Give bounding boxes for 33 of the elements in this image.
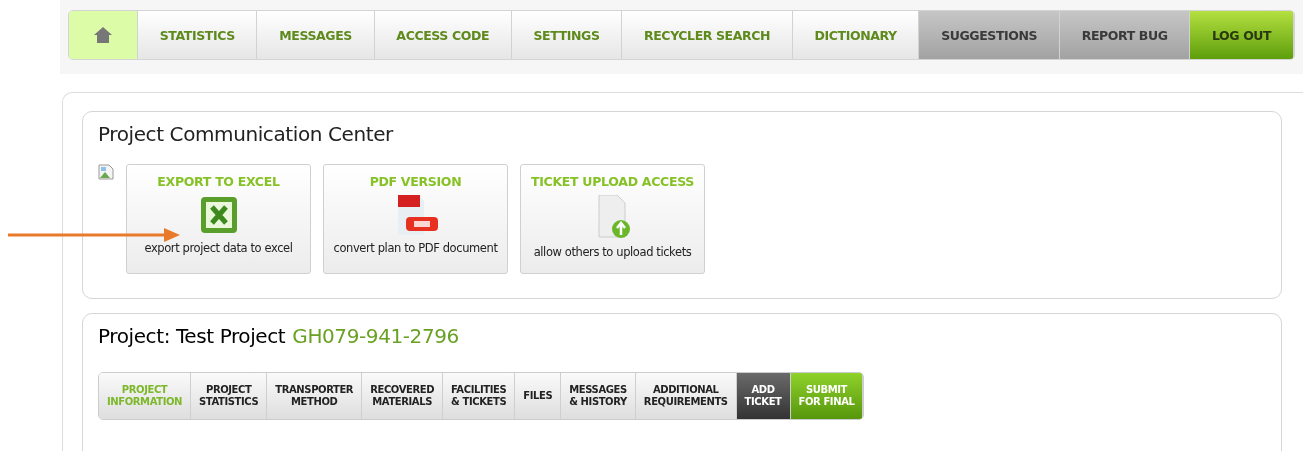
home-button[interactable] (69, 11, 138, 59)
export-tile[interactable]: EXPORT TO EXCEL export project data to excel (126, 164, 311, 274)
home-icon (93, 26, 113, 44)
project-tab[interactable]: ADDITIONAL REQUIREMENTS (635, 373, 737, 419)
section-title: Project Communication Center (98, 122, 395, 146)
project-code: GH079-941-2796 (292, 324, 459, 348)
nav-tab[interactable]: RECYCLER SEARCH (622, 11, 793, 59)
broken-image-icon (98, 164, 114, 180)
tile-caption: convert plan to PDF document (333, 241, 498, 255)
nav-tab[interactable]: LOG OUT (1190, 11, 1294, 59)
nav-tab[interactable]: MESSAGES (257, 11, 375, 59)
nav-tab[interactable]: STATISTICS (138, 11, 258, 59)
tile-caption: allow others to upload tickets (533, 245, 692, 259)
project-tab[interactable]: MESSAGES & HISTORY (561, 373, 636, 419)
nav-tab[interactable]: SETTINGS (511, 11, 623, 59)
export-tile[interactable]: TICKET UPLOAD ACCESS allow others to upload tickets (520, 164, 705, 274)
project-tab[interactable]: RECOVERED MATERIALS (362, 373, 444, 419)
nav-tab[interactable]: SUGGESTIONS (919, 11, 1060, 59)
project-tab[interactable]: FACILITIES & TICKETS (443, 373, 516, 419)
project-tab[interactable]: FILES (515, 373, 562, 419)
tile-title: EXPORT TO EXCEL (157, 174, 280, 189)
tile-title: PDF VERSION (369, 174, 462, 189)
project-label: Project: Test Project (98, 324, 286, 348)
tile-title: TICKET UPLOAD ACCESS (531, 174, 694, 189)
tile-caption: export project data to excel (144, 241, 293, 255)
nav-tab[interactable]: REPORT BUG (1059, 11, 1191, 59)
nav-tab[interactable]: ACCESS CODE (374, 11, 512, 59)
arrow-icon (8, 228, 180, 242)
project-tab[interactable]: ADD TICKET (736, 373, 791, 419)
project-tab[interactable]: PROJECT STATISTICS (191, 373, 268, 419)
project-tab[interactable]: TRANSPORTER METHOD (267, 373, 363, 419)
export-tile[interactable]: PDF VERSION convert plan to PDF document (323, 164, 508, 274)
spreadsheet-icon (198, 195, 239, 235)
